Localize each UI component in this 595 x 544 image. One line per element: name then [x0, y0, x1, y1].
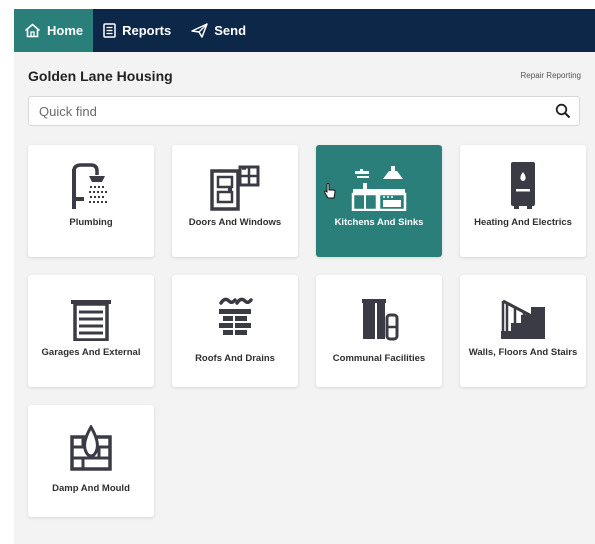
top-navbar: Home Reports Send: [14, 9, 595, 52]
tile-plumbing[interactable]: Plumbing: [28, 145, 154, 257]
tile-damp-and-mould[interactable]: Damp And Mould: [28, 405, 154, 517]
nav-reports[interactable]: Reports: [93, 9, 181, 52]
damp-wall-icon: [70, 425, 112, 471]
door-window-icon: [210, 165, 260, 211]
tile-label: Plumbing: [69, 217, 113, 228]
hand-cursor-icon: [324, 183, 336, 199]
home-icon: [24, 23, 41, 38]
tile-roofs-and-drains[interactable]: Roofs And Drains: [172, 275, 298, 387]
reports-icon: [103, 23, 116, 38]
tile-heating-and-electrics[interactable]: Heating And Electrics: [460, 145, 586, 257]
tile-label: Walls, Floors And Stairs: [468, 347, 578, 358]
tile-label: Communal Facilities: [332, 353, 426, 364]
quick-find-input[interactable]: [29, 97, 559, 125]
tile-doors-and-windows[interactable]: Doors And Windows: [172, 145, 298, 257]
stairs-icon: [501, 299, 545, 339]
tile-label: Kitchens And Sinks: [334, 217, 424, 228]
garage-icon: [71, 300, 111, 341]
quick-find-box: [28, 96, 580, 126]
page-title: Golden Lane Housing: [28, 68, 173, 84]
tile-label: Heating And Electrics: [474, 217, 572, 228]
nav-send[interactable]: Send: [181, 9, 256, 52]
kitchen-icon: [351, 166, 407, 211]
search-icon[interactable]: [555, 103, 571, 119]
tile-label: Damp And Mould: [52, 483, 130, 494]
tile-label: Doors And Windows: [188, 217, 282, 228]
tile-walls-floors-and-stairs[interactable]: Walls, Floors And Stairs: [460, 275, 586, 387]
paper-plane-icon: [191, 23, 208, 38]
tile-garages-and-external[interactable]: Garages And External: [28, 275, 154, 387]
nav-send-label: Send: [214, 23, 247, 38]
tile-communal-facilities[interactable]: Communal Facilities: [316, 275, 442, 387]
nav-reports-label: Reports: [122, 23, 172, 38]
nav-home-label: Home: [47, 23, 84, 38]
nav-home[interactable]: Home: [14, 9, 94, 52]
roof-chimney-icon: [219, 297, 253, 335]
tile-label: Roofs And Drains: [195, 353, 275, 364]
tile-kitchens-and-sinks[interactable]: Kitchens And Sinks: [316, 145, 442, 257]
bins-icon: [362, 299, 399, 341]
page-subtitle: Repair Reporting: [520, 71, 581, 80]
tile-label: Garages And External: [41, 347, 141, 358]
shower-icon: [72, 163, 107, 209]
app-frame: Home Reports Send Golden Lane Housing Re…: [14, 9, 595, 544]
boiler-icon: [511, 162, 535, 209]
